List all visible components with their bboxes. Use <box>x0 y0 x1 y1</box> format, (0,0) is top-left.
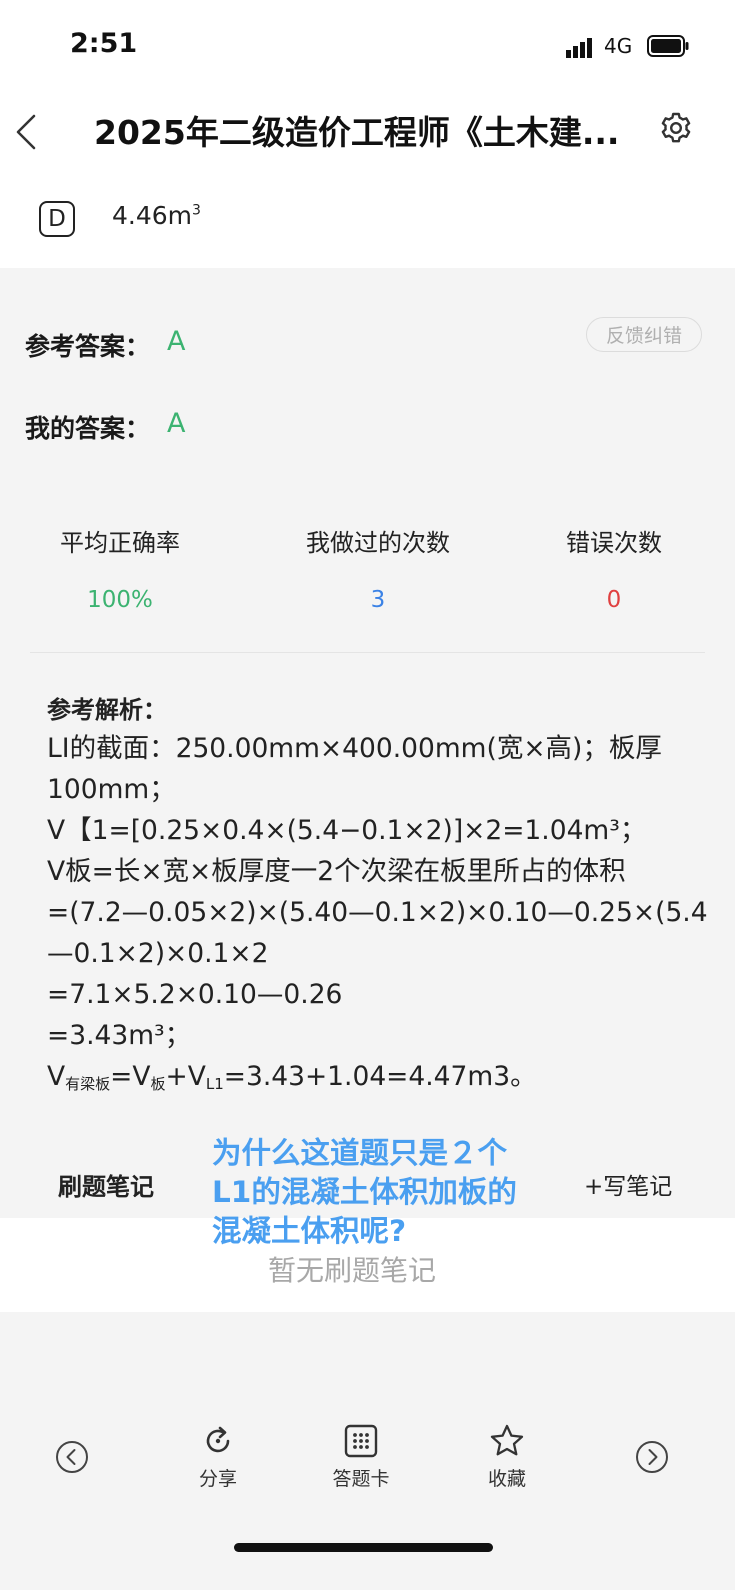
page-title: 2025年二级造价工程师《土木建... <box>94 113 620 152</box>
analysis-title: 参考解析： <box>47 696 167 724</box>
signal-icon <box>566 38 592 58</box>
analysis-line: V有梁板=V板+VL1=3.43+1.04=4.47m3。 <box>47 1061 537 1093</box>
empty-notes-text: 暂无刷题笔记 <box>268 1254 437 1287</box>
back-chevron-icon[interactable] <box>14 113 38 151</box>
analysis-line: LI的截面：250.00mm×400.00mm(宽×高)；板厚 <box>47 733 662 764</box>
next-question-icon[interactable] <box>635 1440 669 1474</box>
feedback-button[interactable]: 反馈纠错 <box>586 317 702 352</box>
stat-value-errors: 0 <box>606 587 622 613</box>
analysis-line: =3.43m³； <box>47 1020 192 1051</box>
analysis-line: V【1=[0.25×0.4×(5.4−0.1×2)]×2=1.04m³； <box>47 815 647 846</box>
analysis-line: =(7.2—0.05×2)×(5.40—0.1×2)×0.10—0.25×(5.… <box>47 897 708 928</box>
star-icon[interactable] <box>489 1423 525 1459</box>
user-question-overlay: 为什么这道题只是２个 L1的混凝土体积加板的 混凝土体积呢? <box>212 1136 517 1248</box>
favorite-label[interactable]: 收藏 <box>457 1464 557 1491</box>
analysis-line: 100mm； <box>47 774 176 805</box>
analysis-line: —0.1×2)×0.1×2 <box>47 938 269 969</box>
option-d-badge[interactable]: D <box>39 201 75 237</box>
analysis-body: LI的截面：250.00mm×400.00mm(宽×高)；板厚 100mm； V… <box>47 728 708 1105</box>
option-d-text[interactable]: 4.46m3 <box>112 201 201 230</box>
analysis-line: V板=长×宽×板厚度一2个次梁在板里所占的体积 <box>47 856 626 887</box>
network-label: 4G <box>604 34 633 58</box>
share-icon[interactable] <box>200 1423 236 1459</box>
stat-value-attempts: 3 <box>370 587 386 613</box>
my-answer-value: A <box>167 408 186 439</box>
stat-value-accuracy: 100% <box>87 587 153 613</box>
write-note-button[interactable]: +写笔记 <box>584 1167 672 1201</box>
battery-icon <box>647 35 689 57</box>
answer-card-label[interactable]: 答题卡 <box>311 1464 411 1491</box>
divider <box>30 652 705 653</box>
stat-label-attempts: 我做过的次数 <box>306 529 450 557</box>
reference-answer-label: 参考答案： <box>25 332 151 361</box>
reference-answer-value: A <box>167 326 186 357</box>
notes-header: 刷题笔记 <box>58 1173 154 1201</box>
home-indicator <box>234 1543 493 1552</box>
my-answer-label: 我的答案： <box>25 414 151 443</box>
stat-label-errors: 错误次数 <box>566 529 662 557</box>
share-label[interactable]: 分享 <box>168 1464 268 1491</box>
status-time: 2:51 <box>70 28 138 59</box>
previous-question-icon[interactable] <box>55 1440 89 1474</box>
answer-card-icon[interactable] <box>343 1423 379 1459</box>
stat-label-accuracy: 平均正确率 <box>60 529 180 557</box>
analysis-line: =7.1×5.2×0.10—0.26 <box>47 979 343 1010</box>
settings-gear-icon[interactable] <box>659 111 693 145</box>
